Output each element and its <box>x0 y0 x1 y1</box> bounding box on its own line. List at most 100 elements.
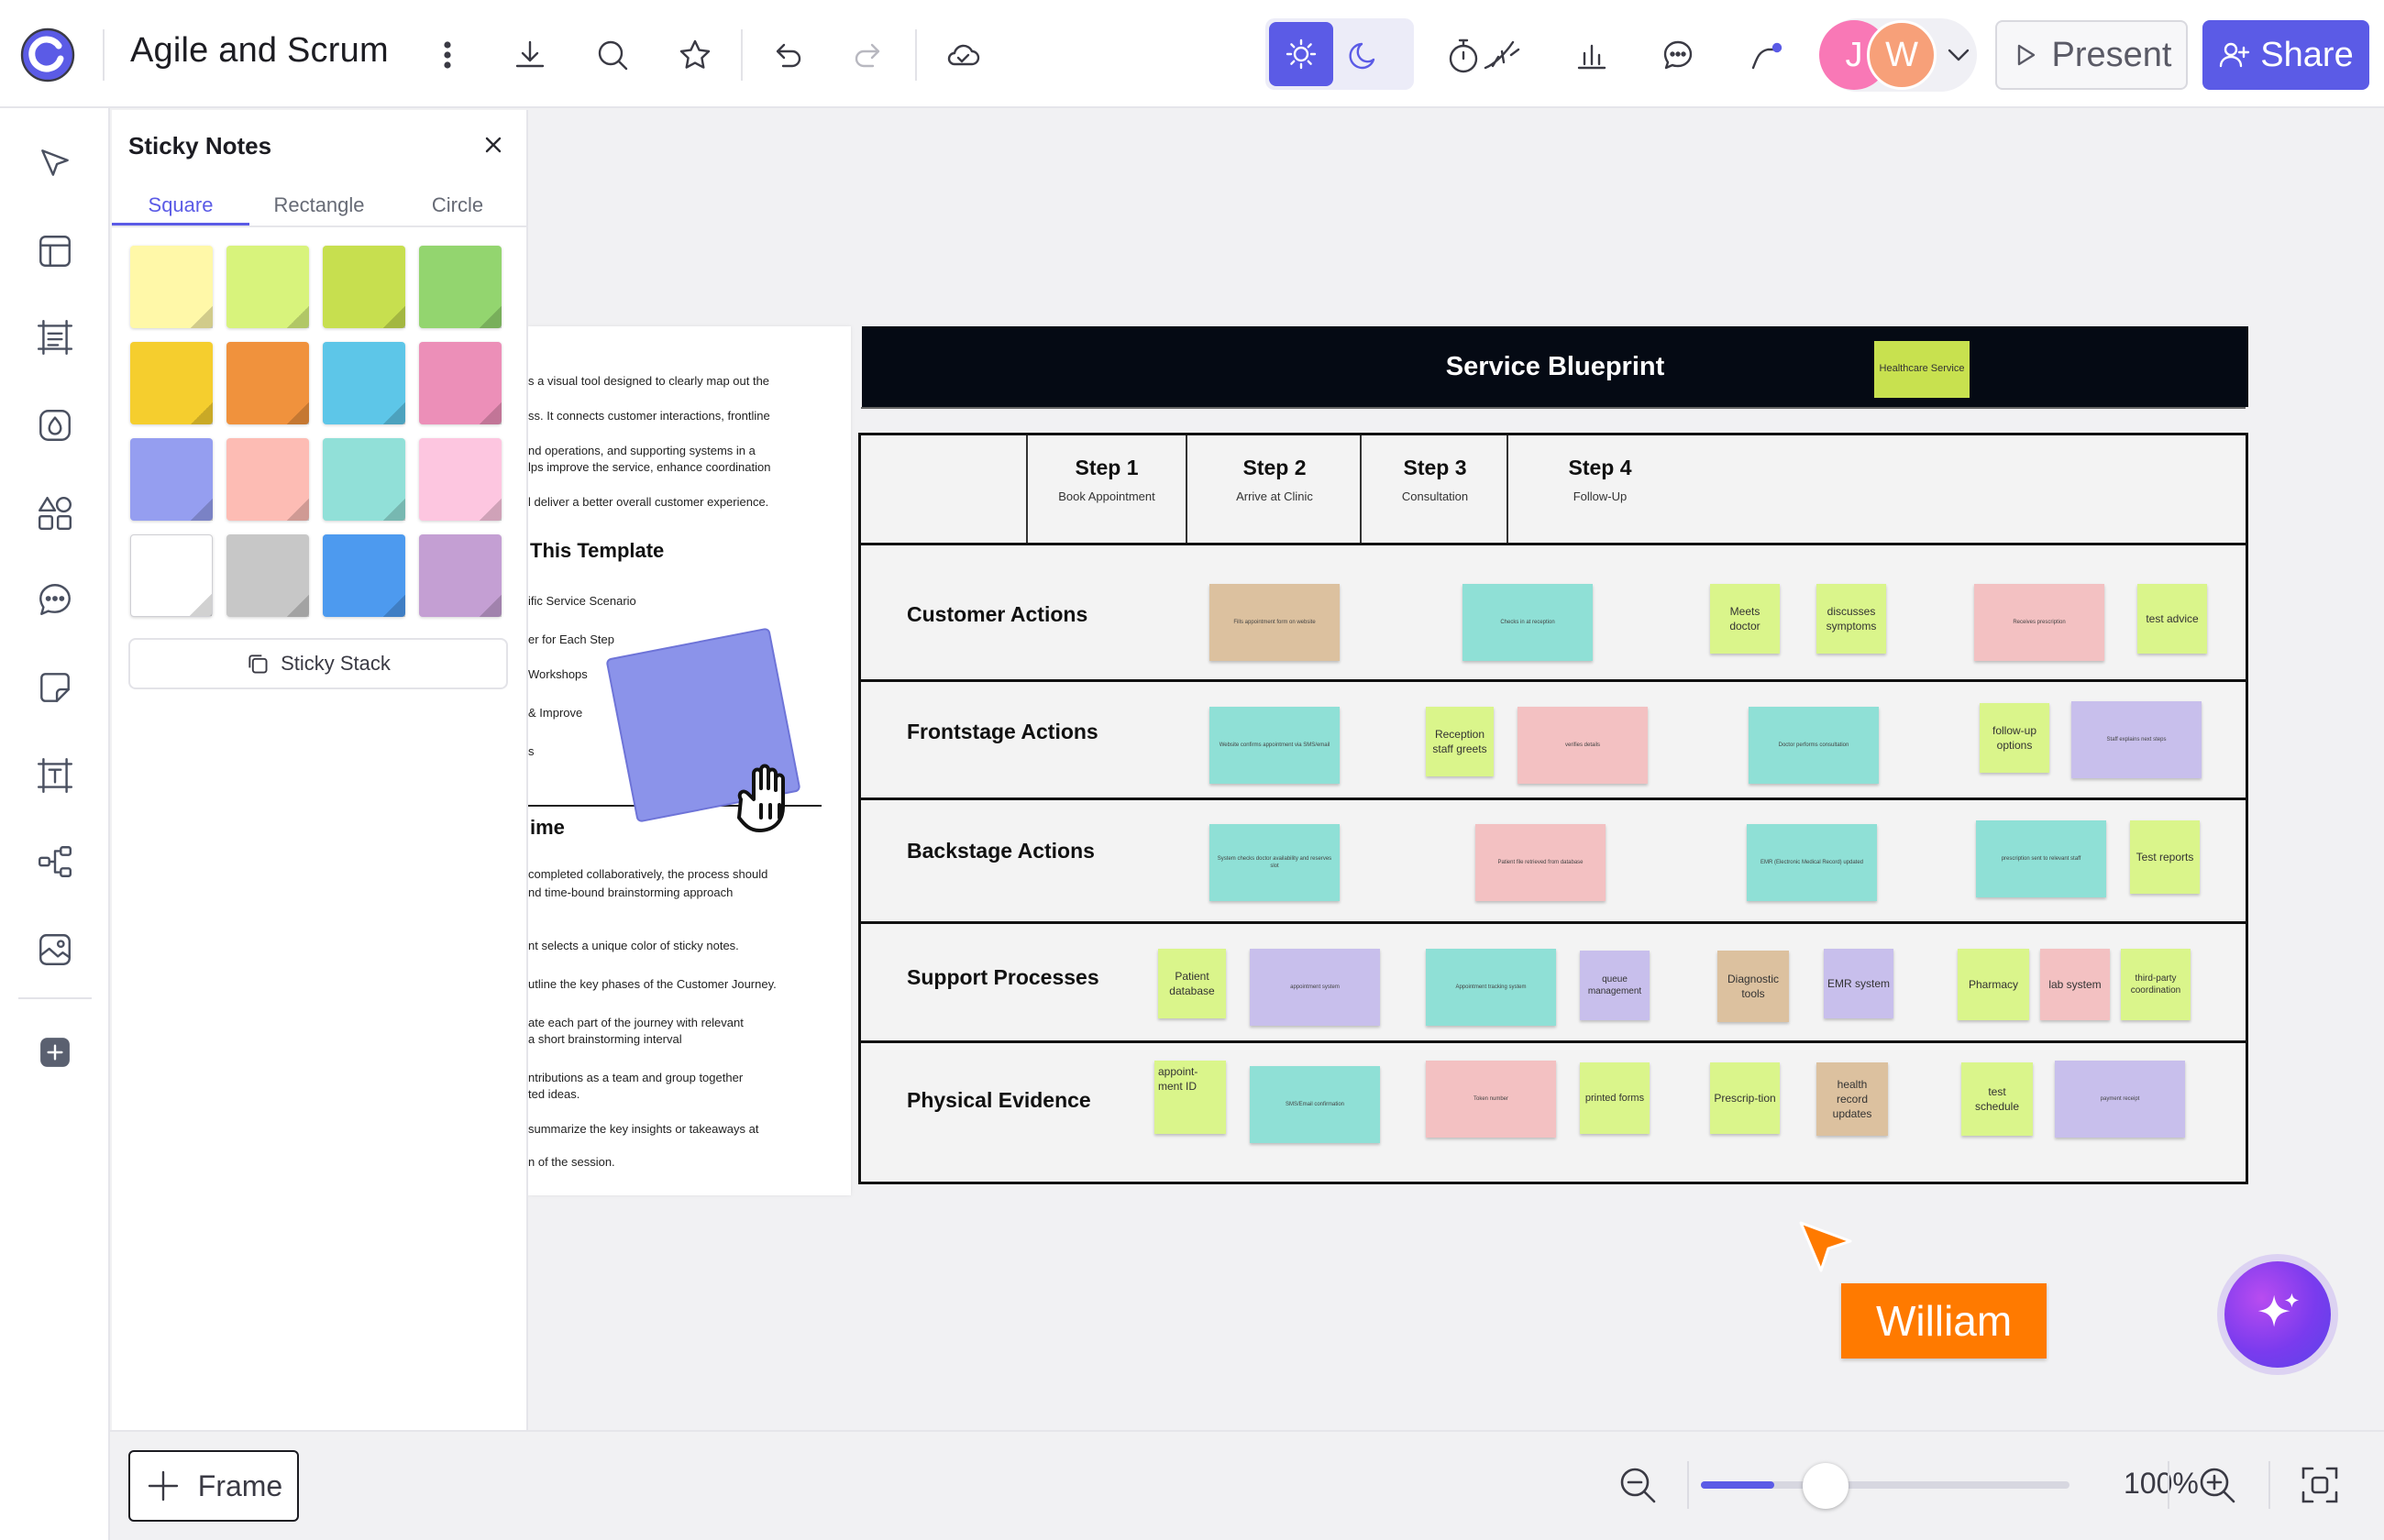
sticky-swatch[interactable] <box>226 534 309 617</box>
sticky-note[interactable]: Doctor performs consultation <box>1749 707 1879 784</box>
doc-step: s <box>528 744 535 758</box>
share-button[interactable]: Share <box>2202 20 2369 90</box>
sticky-swatch[interactable] <box>130 342 213 424</box>
board-title[interactable]: Agile and Scrum <box>130 31 389 71</box>
sticky-note[interactable]: payment receipt <box>2055 1061 2185 1138</box>
sticky-note[interactable]: Checks in at reception <box>1462 584 1593 661</box>
row-label-physical-evidence: Physical Evidence <box>907 1088 1091 1112</box>
app-logo-icon[interactable] <box>18 26 77 84</box>
text-tool-icon[interactable] <box>33 754 77 798</box>
sticky-swatch[interactable] <box>323 438 405 521</box>
sticky-note[interactable]: EMR system <box>1824 949 1893 1018</box>
frame-tool-icon[interactable] <box>33 315 77 359</box>
timer-icon[interactable] <box>1445 33 1524 77</box>
sticky-swatch[interactable] <box>226 438 309 521</box>
sticky-note[interactable]: verifies details <box>1518 707 1648 784</box>
tab-square[interactable]: Square <box>112 185 249 226</box>
sticky-swatch[interactable] <box>419 438 502 521</box>
sticky-note-tool-icon[interactable] <box>33 666 77 710</box>
sticky-note[interactable]: Patient file retrieved from database <box>1475 824 1606 901</box>
chevron-down-icon[interactable] <box>1944 40 1973 70</box>
sticky-note[interactable]: queue management <box>1580 951 1650 1020</box>
chart-icon[interactable] <box>1573 37 1610 73</box>
sticky-note[interactable]: Test reports <box>2130 820 2200 894</box>
more-menu-icon[interactable] <box>429 37 466 73</box>
sticky-note[interactable]: Diagnostic tools <box>1717 951 1789 1022</box>
sticky-note[interactable]: Token number <box>1426 1061 1556 1138</box>
comment-tool-icon[interactable] <box>33 578 77 622</box>
sticky-swatch[interactable] <box>226 246 309 328</box>
comment-icon[interactable] <box>1660 37 1696 73</box>
whiteboard-canvas[interactable]: s a visual tool designed to clearly map … <box>528 110 2384 1430</box>
sticky-note[interactable]: discusses symptoms <box>1816 584 1886 654</box>
template-tool-icon[interactable] <box>33 229 77 273</box>
sticky-note[interactable]: follow-up options <box>1980 703 2049 773</box>
sticky-swatch[interactable] <box>419 534 502 617</box>
zoom-in-icon[interactable] <box>2197 1465 2237 1505</box>
zoom-slider-handle[interactable] <box>1803 1463 1849 1509</box>
sticky-note[interactable]: appoint-ment ID <box>1154 1061 1226 1134</box>
tab-circle[interactable]: Circle <box>389 185 526 226</box>
tab-rectangle[interactable]: Rectangle <box>249 185 389 226</box>
sticky-note[interactable]: EMR (Electronic Medical Record) updated <box>1747 824 1877 901</box>
avatar-w[interactable]: W <box>1867 20 1937 90</box>
sticky-note[interactable]: health record updates <box>1816 1062 1888 1136</box>
row-divider <box>861 407 2246 409</box>
redo-icon[interactable] <box>851 37 888 73</box>
blueprint-badge-note[interactable]: Healthcare Service <box>1874 341 1970 398</box>
light-mode-icon[interactable] <box>1269 22 1333 86</box>
sticky-swatch[interactable] <box>130 534 213 617</box>
sticky-note[interactable]: appointment system <box>1250 949 1380 1026</box>
sticky-note[interactable]: Patient database <box>1158 949 1226 1018</box>
sticky-note[interactable]: test schedule <box>1961 1062 2033 1136</box>
service-blueprint[interactable]: Service Blueprint Healthcare Service Ste… <box>849 326 2248 1184</box>
sticky-note[interactable]: Fills appointment form on website <box>1209 584 1340 661</box>
close-icon[interactable] <box>475 126 512 163</box>
download-icon[interactable] <box>512 37 548 73</box>
sticky-stack-button[interactable]: Sticky Stack <box>128 638 508 689</box>
connector-icon[interactable] <box>1748 37 1784 73</box>
sticky-note[interactable]: Pharmacy <box>1958 949 2029 1020</box>
sticky-note[interactable]: Receives prescription <box>1974 584 2104 661</box>
sticky-note[interactable]: Meets doctor <box>1710 584 1780 654</box>
dark-mode-icon[interactable] <box>1344 35 1385 75</box>
sticky-note[interactable]: test advice <box>2137 584 2207 654</box>
add-tool-icon[interactable] <box>33 1030 77 1074</box>
sticky-note[interactable]: SMS/Email confirmation <box>1250 1066 1380 1143</box>
sticky-swatch[interactable] <box>323 246 405 328</box>
sticky-note[interactable]: Appointment tracking system <box>1426 949 1556 1026</box>
sticky-note[interactable]: lab system <box>2040 949 2110 1020</box>
select-tool-icon[interactable] <box>33 141 77 185</box>
sticky-note[interactable]: third-party coordination <box>2121 949 2191 1020</box>
sticky-swatch[interactable] <box>130 438 213 521</box>
search-icon[interactable] <box>594 37 631 73</box>
sticky-note[interactable]: Staff explains next steps <box>2071 701 2202 778</box>
star-icon[interactable] <box>677 37 713 73</box>
sticky-swatch[interactable] <box>419 342 502 424</box>
sticky-swatch[interactable] <box>226 342 309 424</box>
sticky-note[interactable]: System checks doctor availability and re… <box>1209 824 1340 901</box>
sticky-note[interactable]: prescription sent to relevant staff <box>1976 820 2106 897</box>
zoom-slider-fill <box>1701 1481 1775 1489</box>
undo-icon[interactable] <box>768 37 805 73</box>
zoom-out-icon[interactable] <box>1617 1465 1658 1505</box>
present-button[interactable]: Present <box>1995 20 2188 90</box>
ai-assistant-button[interactable] <box>2224 1261 2331 1368</box>
sticky-swatch[interactable] <box>323 342 405 424</box>
sticky-note[interactable]: printed forms <box>1580 1062 1650 1134</box>
sticky-note[interactable]: Website confirms appointment via SMS/ema… <box>1209 707 1340 784</box>
sticky-swatch[interactable] <box>419 246 502 328</box>
sticky-swatch[interactable] <box>323 534 405 617</box>
sticky-note[interactable]: Reception staff greets <box>1426 707 1494 776</box>
shapes-tool-icon[interactable] <box>33 491 77 535</box>
sticky-note[interactable]: Prescrip-tion <box>1710 1062 1780 1134</box>
zoom-level[interactable]: 100% <box>2124 1467 2199 1501</box>
fit-to-screen-icon[interactable] <box>2300 1465 2340 1505</box>
mindmap-tool-icon[interactable] <box>33 840 77 884</box>
media-tool-icon[interactable] <box>33 928 77 972</box>
zoom-slider[interactable] <box>1701 1481 2069 1489</box>
zoom-divider <box>1687 1461 1689 1509</box>
sticky-swatch[interactable] <box>130 246 213 328</box>
add-frame-button[interactable]: Frame <box>128 1450 299 1522</box>
sticker-tool-icon[interactable] <box>33 403 77 447</box>
